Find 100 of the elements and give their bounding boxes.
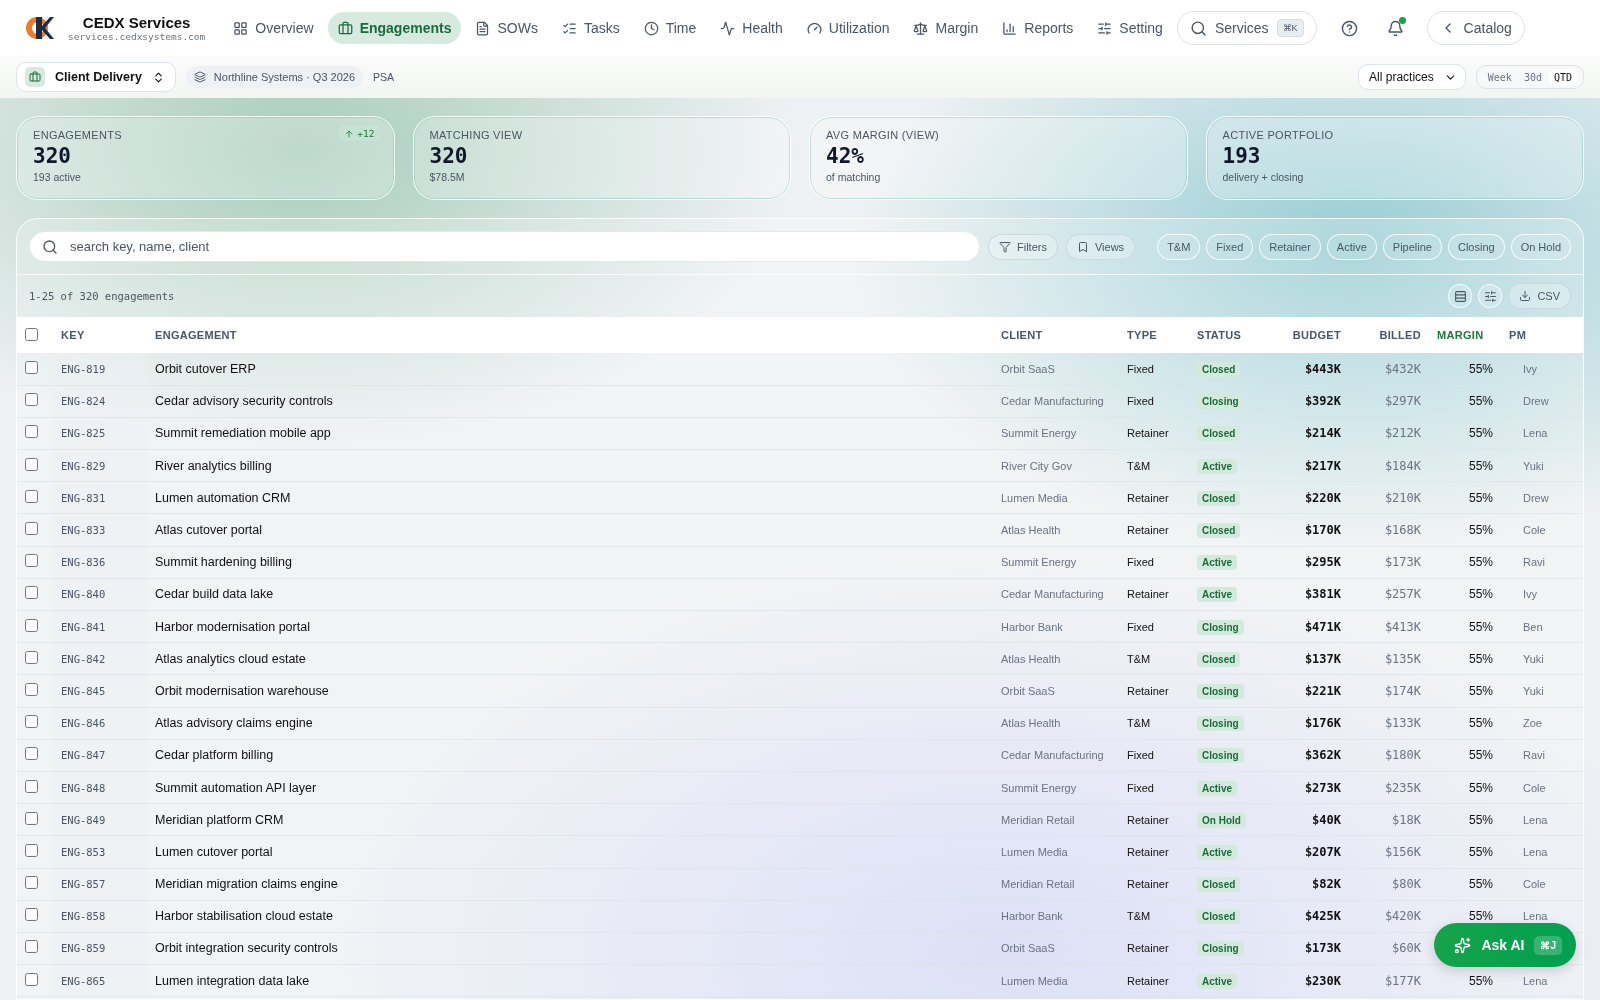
- search-button[interactable]: Services ⌘K: [1176, 11, 1317, 45]
- row-checkbox[interactable]: [25, 908, 38, 922]
- row-checkbox[interactable]: [25, 425, 38, 439]
- row-checkbox[interactable]: [25, 972, 38, 986]
- engagement-key: ENG-842: [61, 652, 106, 665]
- column-header[interactable]: BUDGET: [1281, 317, 1349, 353]
- engagement-type: Retainer: [1127, 974, 1169, 987]
- client-name: Orbit SaaS: [1001, 942, 1055, 955]
- nav-tab[interactable]: Utilization: [796, 12, 900, 44]
- row-checkbox[interactable]: [25, 554, 38, 568]
- select-all-checkbox[interactable]: [25, 327, 38, 341]
- search-field[interactable]: search key, name, client: [29, 231, 980, 262]
- search-input[interactable]: search key, name, client: [68, 238, 967, 255]
- nav-tab[interactable]: Margin: [903, 12, 989, 44]
- margin-value: 55%: [1468, 651, 1493, 666]
- nav-tab[interactable]: Tasks: [551, 12, 630, 44]
- column-header[interactable]: STATUS: [1189, 317, 1281, 353]
- nav-tab[interactable]: Time: [633, 12, 707, 44]
- filter-chip[interactable]: Fixed: [1206, 233, 1254, 260]
- filter-chip[interactable]: T&M: [1157, 233, 1201, 260]
- column-header[interactable]: CLIENT: [993, 317, 1119, 353]
- range-option[interactable]: Week: [1482, 68, 1517, 86]
- nav-tab[interactable]: Health: [710, 12, 793, 44]
- billed-value: $18K: [1392, 812, 1421, 827]
- engagement-name[interactable]: Summit automation API layer: [155, 780, 317, 795]
- range-option[interactable]: QTD: [1548, 68, 1577, 86]
- columns-button[interactable]: [1478, 284, 1503, 308]
- row-checkbox[interactable]: [25, 489, 38, 503]
- column-header[interactable]: ENGAGEMENT: [147, 317, 993, 353]
- column-header[interactable]: TYPE: [1119, 317, 1189, 353]
- engagement-name[interactable]: Lumen integration data lake: [155, 973, 310, 988]
- billed-value: $413K: [1384, 619, 1421, 634]
- density-button[interactable]: [1448, 284, 1473, 308]
- engagement-name[interactable]: Orbit integration security controls: [155, 941, 338, 956]
- row-checkbox[interactable]: [25, 811, 38, 825]
- stat-label: ENGAGEMENTS: [33, 129, 122, 141]
- row-checkbox[interactable]: [25, 586, 38, 600]
- status-badge: Closed: [1197, 426, 1241, 442]
- engagement-name[interactable]: Lumen automation CRM: [155, 490, 291, 505]
- pm-name: Lena: [1523, 910, 1548, 923]
- engagement-name[interactable]: Orbit cutover ERP: [155, 361, 256, 376]
- client-name: Meridian Retail: [1001, 878, 1075, 891]
- engagement-name[interactable]: Meridian platform CRM: [155, 812, 284, 827]
- range-option[interactable]: 30d: [1518, 68, 1547, 86]
- row-checkbox[interactable]: [25, 779, 38, 793]
- engagement-name[interactable]: Orbit modernisation warehouse: [155, 683, 329, 698]
- engagement-name[interactable]: River analytics billing: [155, 458, 272, 473]
- csv-button[interactable]: CSV: [1508, 283, 1571, 309]
- nav-tab[interactable]: Setting: [1087, 12, 1173, 44]
- engagement-name[interactable]: Atlas analytics cloud estate: [155, 651, 306, 666]
- engagement-name[interactable]: Atlas cutover portal: [155, 523, 262, 538]
- engagement-name[interactable]: Cedar platform billing: [155, 748, 274, 763]
- row-checkbox[interactable]: [25, 940, 38, 954]
- column-header[interactable]: KEY: [53, 317, 147, 353]
- workspace-select[interactable]: Client Delivery: [16, 62, 176, 92]
- engagement-name[interactable]: Atlas advisory claims engine: [155, 716, 313, 731]
- engagement-name[interactable]: Harbor stabilisation cloud estate: [155, 909, 333, 924]
- filter-chip[interactable]: Active: [1326, 233, 1377, 260]
- billed-value: $212K: [1384, 426, 1421, 441]
- row-checkbox[interactable]: [25, 715, 38, 729]
- billed-value: $135K: [1384, 651, 1421, 666]
- engagement-name[interactable]: Summit remediation mobile app: [155, 426, 331, 441]
- engagement-name[interactable]: Harbor modernisation portal: [155, 619, 310, 634]
- engagement-name[interactable]: Cedar build data lake: [155, 587, 274, 602]
- filter-chip[interactable]: On Hold: [1510, 233, 1571, 260]
- client-name: Lumen Media: [1001, 845, 1068, 858]
- row-checkbox[interactable]: [25, 843, 38, 857]
- filter-chip[interactable]: Closing: [1447, 233, 1505, 260]
- row-checkbox[interactable]: [25, 650, 38, 664]
- engagement-name[interactable]: Meridian migration claims engine: [155, 877, 338, 892]
- brand-name: CEDX Services: [82, 14, 191, 31]
- practice-select[interactable]: All practices: [1358, 64, 1466, 90]
- filter-chip[interactable]: Retainer: [1259, 233, 1321, 260]
- brand-domain: services.cedxsystems.com: [68, 31, 206, 42]
- nav-tab[interactable]: SOWs: [465, 12, 548, 44]
- row-checkbox[interactable]: [25, 360, 38, 374]
- engagement-name[interactable]: Cedar advisory security controls: [155, 394, 333, 409]
- billed-value: $235K: [1384, 780, 1421, 795]
- back-button[interactable]: Catalog: [1426, 11, 1525, 45]
- filter-chip[interactable]: Pipeline: [1382, 233, 1442, 260]
- client-name: Orbit SaaS: [1001, 362, 1055, 375]
- nav-tab[interactable]: Overview: [223, 12, 324, 44]
- column-header[interactable]: BILLED: [1349, 317, 1429, 353]
- nav-tab[interactable]: Engagements: [327, 12, 462, 44]
- row-checkbox[interactable]: [25, 393, 38, 407]
- billed-value: $297K: [1384, 394, 1421, 409]
- nav-tab[interactable]: Reports: [992, 12, 1084, 44]
- engagement-name[interactable]: Summit hardening billing: [155, 555, 292, 570]
- column-header[interactable]: PM: [1501, 317, 1583, 353]
- billed-value: $180K: [1384, 748, 1421, 763]
- filters-button[interactable]: Filters: [988, 233, 1058, 260]
- row-checkbox[interactable]: [25, 618, 38, 632]
- row-checkbox[interactable]: [25, 682, 38, 696]
- views-button[interactable]: Views: [1065, 233, 1136, 260]
- engagement-name[interactable]: Lumen cutover portal: [155, 844, 273, 859]
- column-header[interactable]: MARGIN: [1429, 317, 1501, 353]
- row-checkbox[interactable]: [25, 876, 38, 890]
- row-checkbox[interactable]: [25, 522, 38, 536]
- row-checkbox[interactable]: [25, 457, 38, 471]
- row-checkbox[interactable]: [25, 747, 38, 761]
